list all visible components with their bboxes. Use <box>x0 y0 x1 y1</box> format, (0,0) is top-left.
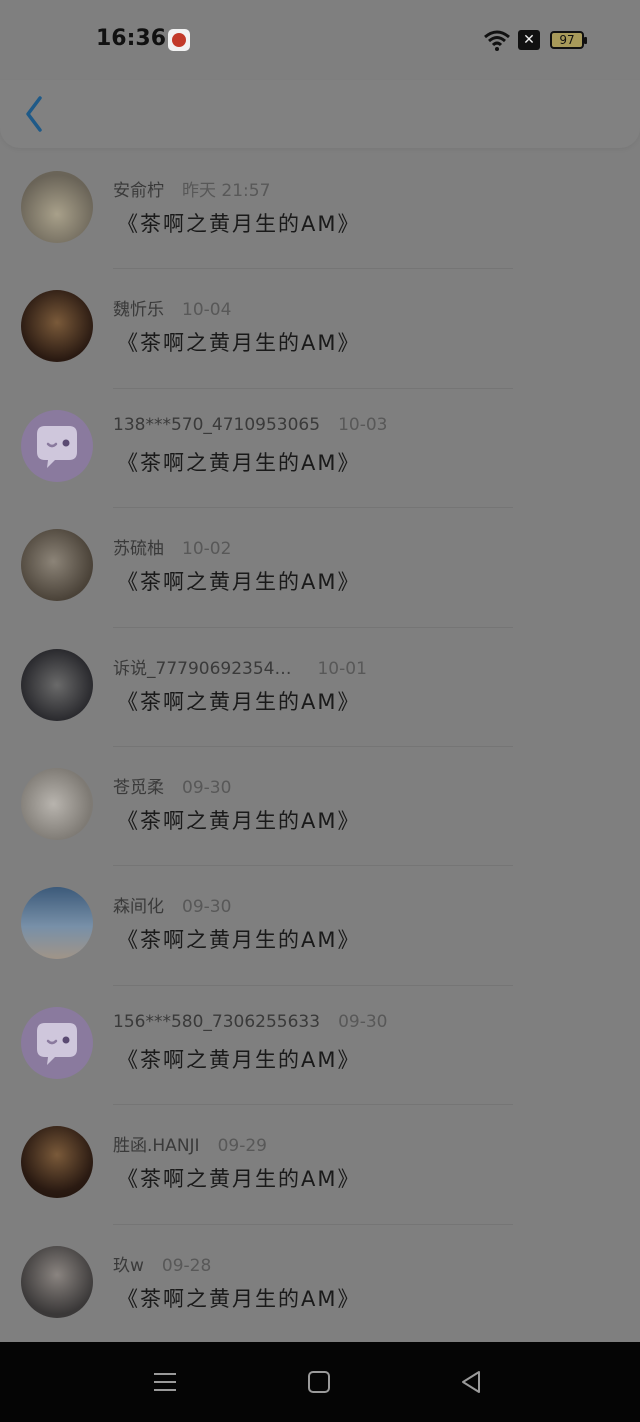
user-name[interactable]: 魏忻乐 <box>113 300 164 320</box>
user-name[interactable]: 森间化 <box>113 897 164 917</box>
list-item[interactable]: 安俞柠 昨天 21:57 《茶啊之黄月生的AM》 <box>0 150 640 270</box>
avatar[interactable] <box>21 290 93 363</box>
list-item-header: 魏忻乐 10-04 <box>113 295 231 320</box>
user-name[interactable]: 苍觅柔 <box>113 778 164 798</box>
message-text: 《茶啊之黄月生的AM》 <box>117 689 361 714</box>
message-text: 《茶啊之黄月生的AM》 <box>117 1286 361 1311</box>
avatar[interactable] <box>21 767 93 840</box>
message-text: 《茶啊之黄月生的AM》 <box>117 212 361 236</box>
message-text: 《茶啊之黄月生的AM》 <box>117 331 361 356</box>
user-name[interactable]: 苏硫柚 <box>113 539 164 559</box>
avatar[interactable] <box>21 529 93 602</box>
message-text: 《茶啊之黄月生的AM》 <box>117 450 361 475</box>
message-text: 《茶啊之黄月生的AM》 <box>117 570 361 595</box>
list-item[interactable]: 森间化 09-30 《茶啊之黄月生的AM》 <box>0 866 640 986</box>
wifi-icon <box>484 30 510 51</box>
avatar[interactable] <box>21 1245 93 1318</box>
list-item[interactable]: 诉说_77790692354… 10-01 《茶啊之黄月生的AM》 <box>0 628 640 747</box>
default-avatar[interactable] <box>21 409 93 482</box>
user-name[interactable]: 玖w <box>113 1256 144 1276</box>
chat-bubble-icon <box>37 425 77 468</box>
list-item-header: 森间化 09-30 <box>113 892 231 917</box>
list-item-header: 苏硫柚 10-02 <box>113 534 231 559</box>
list-item-header: 安俞柠 昨天 21:57 <box>113 176 270 201</box>
list-item[interactable]: 苏硫柚 10-02 《茶啊之黄月生的AM》 <box>0 508 640 628</box>
user-name[interactable]: 138***570_4710953065 <box>113 415 320 435</box>
user-name[interactable]: 安俞柠 <box>113 181 164 201</box>
timestamp: 09-29 <box>217 1136 267 1157</box>
status-bar: 16:36 ✕ 97 <box>0 0 640 80</box>
battery-icon: 97 <box>550 31 587 49</box>
timestamp: 昨天 21:57 <box>182 181 271 201</box>
menu-icon[interactable] <box>152 1368 178 1396</box>
list-item-header: 苍觅柔 09-30 <box>113 773 231 798</box>
app-notification-icon <box>168 29 190 51</box>
timestamp: 10-02 <box>182 539 232 560</box>
avatar[interactable] <box>21 1126 93 1199</box>
timestamp: 09-30 <box>338 1011 388 1032</box>
list-item-header: 138***570_4710953065 10-03 <box>113 415 387 435</box>
list-item[interactable]: 玖w 09-28 《茶啊之黄月生的AM》 <box>0 1225 640 1344</box>
timestamp: 09-30 <box>182 777 232 798</box>
timestamp: 09-30 <box>182 897 232 918</box>
list-item-header: 玖w 09-28 <box>113 1251 211 1276</box>
message-text: 《茶啊之黄月生的AM》 <box>117 808 361 833</box>
avatar[interactable] <box>21 648 93 721</box>
list-item-header: 156***580_7306255633 09-30 <box>113 1012 387 1032</box>
list-item[interactable]: 胜函.HANJI 09-29 《茶啊之黄月生的AM》 <box>0 1105 640 1225</box>
avatar[interactable] <box>21 887 93 960</box>
list-item[interactable]: 156***580_7306255633 09-30 《茶啊之黄月生的AM》 <box>0 986 640 1106</box>
message-text: 《茶啊之黄月生的AM》 <box>117 1167 361 1192</box>
network-badge-icon: ✕ <box>518 30 540 50</box>
message-text: 《茶啊之黄月生的AM》 <box>117 928 361 953</box>
status-time: 16:36 <box>96 26 167 51</box>
message-text: 《茶啊之黄月生的AM》 <box>117 1047 361 1072</box>
user-name[interactable]: 胜函.HANJI <box>113 1136 200 1156</box>
header <box>0 80 640 148</box>
system-navigation-bar <box>0 1342 640 1422</box>
timestamp: 10-04 <box>182 300 232 321</box>
avatar[interactable] <box>21 171 93 243</box>
chat-bubble-icon <box>37 1022 77 1065</box>
list-item[interactable]: 苍觅柔 09-30 《茶啊之黄月生的AM》 <box>0 747 640 867</box>
list-item-header: 胜函.HANJI 09-29 <box>113 1131 267 1156</box>
home-square-icon[interactable] <box>305 1368 333 1396</box>
list-item[interactable]: 魏忻乐 10-04 《茶啊之黄月生的AM》 <box>0 269 640 389</box>
timestamp: 10-03 <box>338 414 388 435</box>
chevron-left-icon[interactable] <box>20 92 50 136</box>
conversation-list: 安俞柠 昨天 21:57 《茶啊之黄月生的AM》 魏忻乐 10-04 《茶啊之黄月生… <box>0 150 640 1344</box>
back-triangle-icon[interactable] <box>457 1368 485 1396</box>
list-item[interactable]: 138***570_4710953065 10-03 《茶啊之黄月生的AM》 <box>0 389 640 509</box>
default-avatar[interactable] <box>21 1006 93 1079</box>
user-name[interactable]: 156***580_7306255633 <box>113 1012 320 1032</box>
timestamp: 10-01 <box>317 658 367 679</box>
user-name[interactable]: 诉说_77790692354… <box>113 659 291 679</box>
list-item-header: 诉说_77790692354… 10-01 <box>113 654 367 679</box>
timestamp: 09-28 <box>161 1255 212 1276</box>
